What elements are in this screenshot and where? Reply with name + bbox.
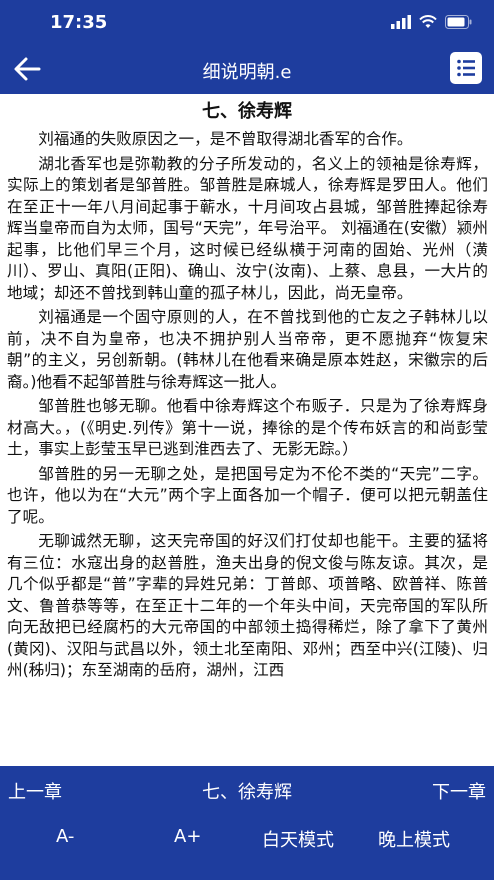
status-time: 17:35: [50, 12, 108, 33]
battery-icon: [445, 15, 472, 29]
font-decrease-button[interactable]: A-: [56, 826, 74, 847]
paragraph: 刘福通的失败原因之一，是不曾取得湖北香军的合作。: [38, 130, 413, 148]
signal-icon: [391, 15, 411, 29]
bottom-toolbar: 上一章 七、徐寿辉 下一章 A- A+ 白天模式 晚上模式: [0, 766, 494, 880]
chapter-title: 七、徐寿辉: [202, 101, 292, 122]
settings-row: A- A+ 白天模式 晚上模式: [0, 824, 494, 854]
font-increase-button[interactable]: A+: [174, 826, 201, 847]
night-mode-button[interactable]: 晚上模式: [378, 826, 450, 852]
paragraph: 湖北香军也是弥勒教的分子所发动的，名义上的领袖是徐寿辉，实际上的策划者是邹普胜。…: [7, 154, 488, 302]
status-icons: [391, 15, 472, 29]
current-chapter-label: 七、徐寿辉: [202, 782, 292, 803]
wifi-icon: [419, 15, 437, 28]
nav-bar: 细说明朝.e: [0, 44, 494, 94]
paragraph: 邹普胜的另一无聊之处，是把国号定为不伦不类的“天完”二字。也许，他以为在“大元”…: [7, 464, 488, 526]
page-title: 细说明朝.e: [202, 62, 292, 83]
status-bar: 17:35: [0, 0, 494, 44]
chapter-nav-row: 上一章 七、徐寿辉 下一章: [0, 776, 494, 806]
next-chapter-button[interactable]: 下一章: [432, 778, 486, 804]
paragraph: 邹普胜也够无聊。他看中徐寿辉这个布贩子．只是为了徐寿辉身材高大。，(《明史.列传…: [7, 397, 488, 458]
day-mode-button[interactable]: 白天模式: [262, 826, 334, 852]
menu-button[interactable]: [450, 52, 482, 84]
list-icon: [457, 59, 475, 77]
chapter-text: 刘福通的失败原因之一，是不曾取得湖北香军的合作。 湖北香军也是弥勒教的分子所发动…: [0, 129, 494, 682]
paragraph: 无聊诚然无聊，这天完帝国的好汉们打仗却也能干。主要的猛将有三位：水寇出身的赵普胜…: [7, 532, 488, 679]
paragraph: 刘福通是一个固守原则的人，在不曾找到他的亡友之子韩林儿以前，决不自为皇帝，也决不…: [7, 308, 488, 391]
reader-content[interactable]: 七、徐寿辉 刘福通的失败原因之一，是不曾取得湖北香军的合作。 湖北香军也是弥勒教…: [0, 94, 494, 766]
